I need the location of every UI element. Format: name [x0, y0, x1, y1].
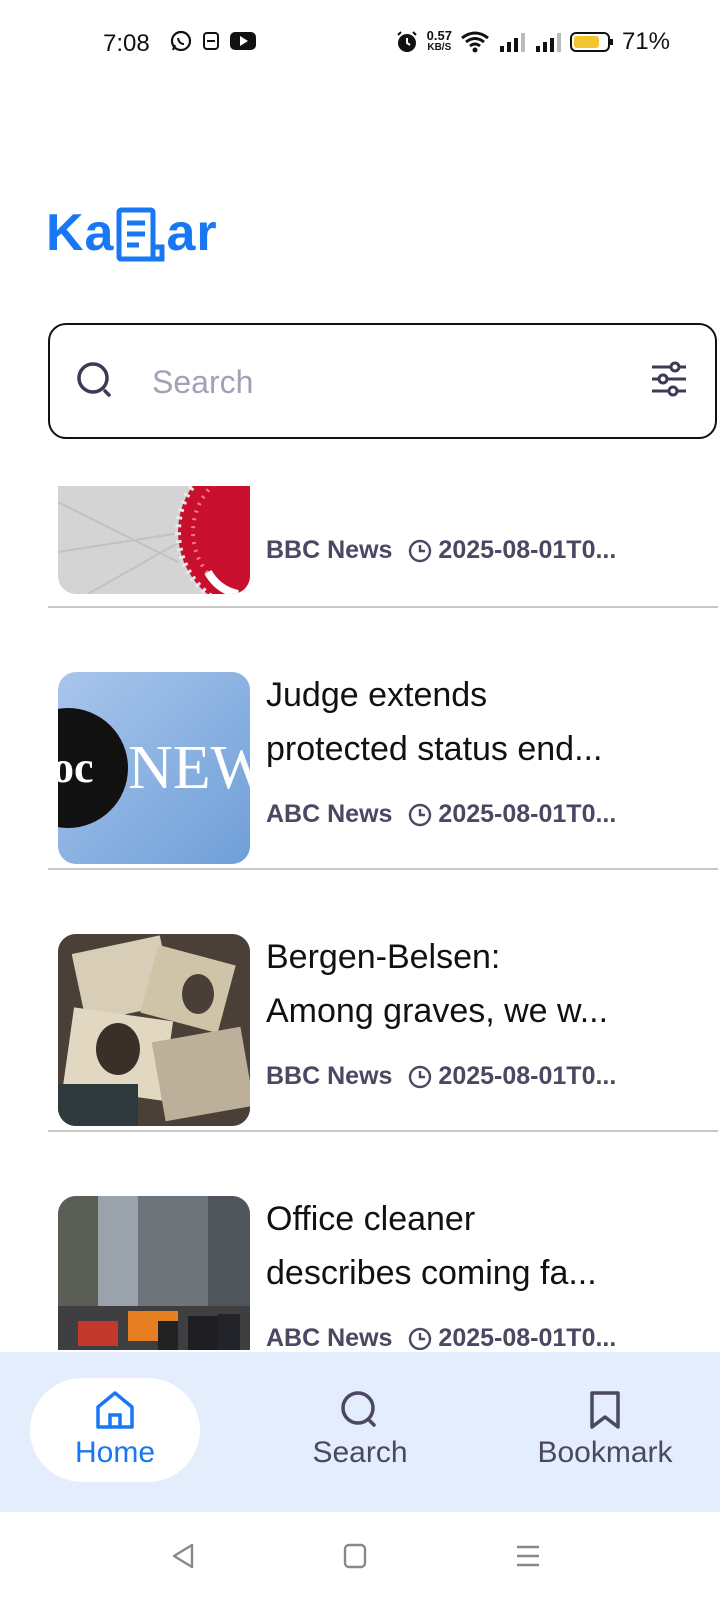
article-thumbnail	[58, 486, 250, 594]
clock-icon	[409, 803, 432, 826]
article-title-line: Office cleaner	[266, 1200, 476, 1238]
abc-news-image: oc NEW	[58, 708, 250, 828]
article-source: BBC News	[266, 1062, 393, 1090]
article-date: 2025-08-01T0...	[438, 1324, 617, 1350]
article-card[interactable]: Office cleaner describes coming fa... AB…	[48, 1132, 718, 1350]
signal-2-icon	[535, 33, 561, 52]
article-meta: BBC News 2025-08-01T0...	[266, 1062, 666, 1091]
svg-text:NEW: NEW	[128, 734, 250, 802]
article-title: Bergen-Belsen: Among graves, we w...	[266, 930, 666, 1038]
search-icon	[77, 362, 111, 397]
article-date: 2025-08-01T0...	[438, 536, 617, 564]
back-icon[interactable]	[170, 1542, 196, 1570]
old-photos-image	[58, 934, 250, 1126]
status-bar: 7:08 0.57 KB/S 71%	[0, 0, 720, 92]
clock-icon	[409, 1327, 432, 1350]
home-square-icon[interactable]	[342, 1542, 368, 1570]
bbc-globe-image	[58, 486, 250, 594]
logo-text-right: ar	[166, 204, 218, 262]
article-card[interactable]: Bergen-Belsen: Among graves, we w... BBC…	[48, 870, 718, 1132]
clock-icon	[409, 1065, 432, 1088]
article-thumbnail	[58, 1196, 250, 1350]
newspaper-logo-icon	[116, 207, 165, 262]
clock-icon	[409, 539, 432, 562]
notification-icons	[170, 30, 256, 52]
svg-text:oc: oc	[58, 743, 94, 792]
net-speed: 0.57 KB/S	[426, 28, 452, 54]
youtube-icon	[230, 32, 256, 50]
article-source: ABC News	[266, 800, 393, 828]
article-thumbnail: oc NEW	[58, 672, 250, 864]
article-source: BBC News	[266, 536, 393, 564]
alarm-icon	[396, 31, 417, 52]
search-input[interactable]	[150, 355, 584, 409]
sync-app-icon	[203, 32, 219, 50]
article-thumbnail	[58, 934, 250, 1126]
article-title-line: Among graves, we w...	[266, 992, 609, 1030]
battery-percent: 71%	[621, 28, 670, 55]
article-date: 2025-08-01T0...	[438, 800, 617, 828]
article-meta: ABC News 2025-08-01T0...	[266, 1324, 666, 1350]
recents-menu-icon[interactable]	[514, 1542, 542, 1570]
article-title: Judge extends protected status end...	[266, 668, 666, 776]
article-card[interactable]: oc NEW Judge extends protected status en…	[48, 608, 718, 870]
logo-text-left: Ka	[46, 204, 115, 262]
system-navigation-bar	[0, 1512, 720, 1600]
nav-home[interactable]: Home	[30, 1378, 200, 1482]
article-title-line: protected status end...	[266, 730, 603, 768]
search-icon	[341, 1391, 376, 1427]
whatsapp-icon	[170, 30, 192, 52]
nav-home-label: Home	[74, 1436, 156, 1469]
status-indicators: 0.57 KB/S 71%	[395, 28, 670, 56]
nav-search[interactable]: Search	[280, 1378, 440, 1482]
battery-icon	[569, 32, 613, 52]
article-meta: BBC News 2025-08-01T0...	[266, 536, 666, 565]
article-title-line: Judge extends	[266, 676, 488, 714]
nav-search-label: Search	[312, 1436, 408, 1469]
article-title: Office cleaner describes coming fa...	[266, 1192, 666, 1300]
news-feed[interactable]: BBC News 2025-08-01T0... oc NEW Judge ex…	[0, 486, 720, 1350]
signal-1-icon	[499, 33, 525, 52]
app-logo: Ka ar	[46, 203, 218, 263]
article-source: ABC News	[266, 1324, 393, 1350]
street-scene-image	[58, 1196, 250, 1350]
status-time: 7:08	[103, 30, 150, 57]
bottom-navigation: Home Search Bookmark	[0, 1352, 720, 1512]
article-title-line: describes coming fa...	[266, 1254, 597, 1292]
article-title-line: Bergen-Belsen:	[266, 938, 501, 976]
filter-icon[interactable]	[649, 359, 689, 399]
wifi-icon	[461, 31, 489, 53]
nav-bookmark-label: Bookmark	[537, 1436, 673, 1469]
search-bar[interactable]	[48, 323, 717, 439]
bookmark-icon	[590, 1391, 620, 1429]
article-date: 2025-08-01T0...	[438, 1062, 617, 1090]
net-speed-value: 0.57	[426, 28, 452, 43]
nav-bookmark[interactable]: Bookmark	[525, 1378, 685, 1482]
home-icon	[96, 1391, 134, 1429]
article-meta: ABC News 2025-08-01T0...	[266, 800, 666, 829]
article-card[interactable]: BBC News 2025-08-01T0...	[48, 486, 718, 608]
net-speed-unit: KB/S	[427, 42, 452, 53]
